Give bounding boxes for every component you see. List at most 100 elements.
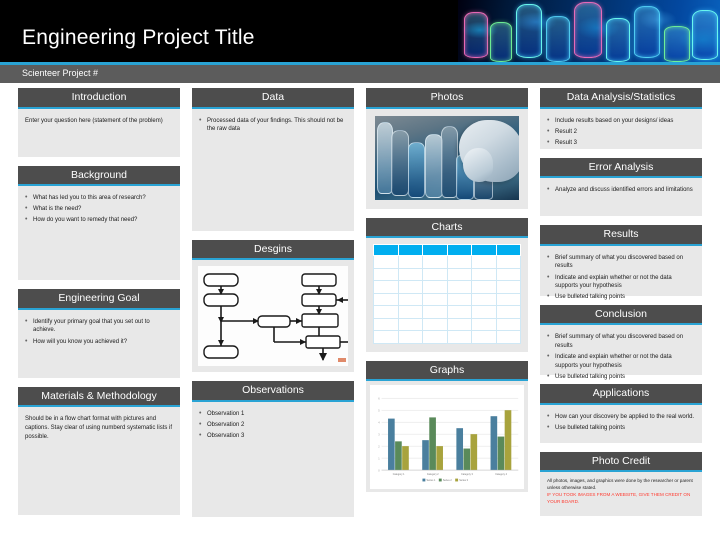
- section-introduction: Introduction Enter your question here (s…: [18, 88, 180, 157]
- table-cell[interactable]: [397, 317, 423, 332]
- list-item: How can your discovery be applied to the…: [547, 412, 695, 422]
- table-cell[interactable]: [495, 330, 521, 344]
- table-cell[interactable]: [446, 255, 472, 269]
- table-row[interactable]: [373, 292, 521, 307]
- table-cell[interactable]: [373, 255, 399, 269]
- section-heading-applications: Applications: [540, 384, 702, 405]
- list-item: Use bulleted talking points: [547, 372, 695, 382]
- table-cell[interactable]: [446, 292, 472, 307]
- table-cell[interactable]: [471, 267, 497, 282]
- table-cell[interactable]: [446, 330, 472, 344]
- table-cell[interactable]: [495, 317, 521, 332]
- table-row[interactable]: [373, 255, 521, 269]
- list-item: What is the need?: [25, 204, 173, 214]
- table-row[interactable]: [373, 267, 521, 282]
- list-item: Use bulleted talking points: [547, 292, 695, 302]
- table-cell[interactable]: [471, 305, 497, 319]
- list-item: Include results based on your designs/ i…: [547, 116, 695, 126]
- section-materials-methodology: Materials & Methodology Should be in a f…: [18, 386, 180, 516]
- section-data-analysis-statistics: Data Analysis/Statistics Include results…: [540, 88, 702, 149]
- table-cell[interactable]: [397, 330, 423, 344]
- table-cell[interactable]: [422, 280, 448, 294]
- table-cell[interactable]: [446, 267, 472, 282]
- table-header-cell[interactable]: [471, 244, 497, 257]
- list-item: Result 3: [547, 138, 695, 148]
- table-cell[interactable]: [495, 267, 521, 282]
- svg-text:5: 5: [378, 410, 380, 413]
- list-item: Observation 1: [199, 409, 347, 419]
- table-cell[interactable]: [373, 280, 399, 294]
- section-heading-results: Results: [540, 225, 702, 246]
- table-cell[interactable]: [446, 305, 472, 319]
- table-cell[interactable]: [495, 292, 521, 307]
- project-number-label: Scienteer Project #: [22, 68, 99, 78]
- table-row[interactable]: [373, 280, 521, 294]
- section-body-desgins: [192, 260, 354, 373]
- table-header-cell[interactable]: [397, 244, 423, 257]
- table-cell[interactable]: [422, 267, 448, 282]
- section-body-graphs: 0 1 2 3 4 5 6 Category 1 Category 2 Category 3 Cat…: [366, 381, 528, 493]
- table-row[interactable]: [373, 305, 521, 319]
- table-cell[interactable]: [373, 317, 399, 332]
- svg-text:Series 1: Series 1: [426, 479, 435, 482]
- photo-credit-warning: IF YOU TOOK IMAGES FROM A WEBSITE, GIVE …: [547, 492, 691, 504]
- table-cell[interactable]: [373, 305, 399, 319]
- section-body-charts: [366, 238, 528, 352]
- table-cell[interactable]: [422, 317, 448, 332]
- gloved-finger-shape: [463, 147, 493, 182]
- section-heading-conclusion: Conclusion: [540, 304, 702, 326]
- section-heading-photo-credit: Photo Credit: [540, 451, 702, 473]
- table-header-cell[interactable]: [495, 244, 521, 257]
- section-body-applications: How can your discovery be applied to the…: [540, 404, 702, 443]
- table-cell[interactable]: [422, 305, 448, 319]
- background-bullet-list: What has led you to this area of researc…: [25, 193, 173, 225]
- section-data: Data Processed data of your findings. Th…: [192, 88, 354, 231]
- table-cell[interactable]: [422, 330, 448, 344]
- table-cell[interactable]: [397, 305, 423, 319]
- svg-text:0: 0: [378, 470, 380, 473]
- table-cell[interactable]: [471, 317, 497, 332]
- list-item: How will you know you achieved it?: [25, 337, 173, 347]
- list-item: What has led you to this area of researc…: [25, 193, 173, 203]
- table-cell[interactable]: [471, 255, 497, 269]
- table-row[interactable]: [373, 317, 521, 332]
- section-observations: Observations Observation 1 Observation 2…: [192, 381, 354, 517]
- svg-text:Category 1: Category 1: [393, 473, 405, 476]
- list-item: Brief summary of what you discovered bas…: [547, 332, 695, 350]
- section-heading-engineering-goal: Engineering Goal: [18, 289, 180, 310]
- table-cell[interactable]: [397, 255, 423, 269]
- table-cell[interactable]: [471, 292, 497, 307]
- table-header-cell[interactable]: [422, 244, 448, 257]
- table-cell[interactable]: [422, 255, 448, 269]
- table-cell[interactable]: [446, 317, 472, 332]
- table-cell[interactable]: [495, 305, 521, 319]
- table-cell[interactable]: [373, 267, 399, 282]
- table-cell[interactable]: [397, 280, 423, 294]
- introduction-text: Enter your question here (statement of t…: [25, 117, 163, 124]
- table-cell[interactable]: [471, 330, 497, 344]
- section-heading-materials-methodology: Materials & Methodology: [18, 386, 180, 408]
- svg-text:Series 3: Series 3: [459, 479, 468, 482]
- section-heading-desgins: Desgins: [192, 239, 354, 261]
- section-body-photo-credit: All photos, images, and graphics were do…: [540, 472, 702, 516]
- table-header-cell[interactable]: [373, 244, 399, 257]
- charts-data-table[interactable]: [373, 244, 521, 344]
- table-cell[interactable]: [446, 280, 472, 294]
- section-heading-error-analysis: Error Analysis: [540, 157, 702, 179]
- table-cell[interactable]: [397, 292, 423, 307]
- table-cell[interactable]: [373, 330, 399, 344]
- svg-text:1: 1: [378, 458, 380, 461]
- table-cell[interactable]: [495, 280, 521, 294]
- table-cell[interactable]: [373, 292, 399, 307]
- section-body-conclusion: Brief summary of what you discovered bas…: [540, 325, 702, 382]
- grouped-bar-chart: 0 1 2 3 4 5 6 Category 1 Category 2 Category 3 Cat…: [370, 385, 524, 490]
- section-body-introduction: Enter your question here (statement of t…: [18, 108, 180, 157]
- column-2: Data Processed data of your findings. Th…: [186, 88, 360, 540]
- table-cell[interactable]: [471, 280, 497, 294]
- table-cell[interactable]: [422, 292, 448, 307]
- table-row[interactable]: [373, 330, 521, 344]
- section-graphs: Graphs 0 1 2 3 4 5 6 Category 1 Category 2 Catego…: [366, 360, 528, 493]
- table-cell[interactable]: [495, 255, 521, 269]
- table-cell[interactable]: [397, 267, 423, 282]
- table-header-cell[interactable]: [446, 244, 472, 257]
